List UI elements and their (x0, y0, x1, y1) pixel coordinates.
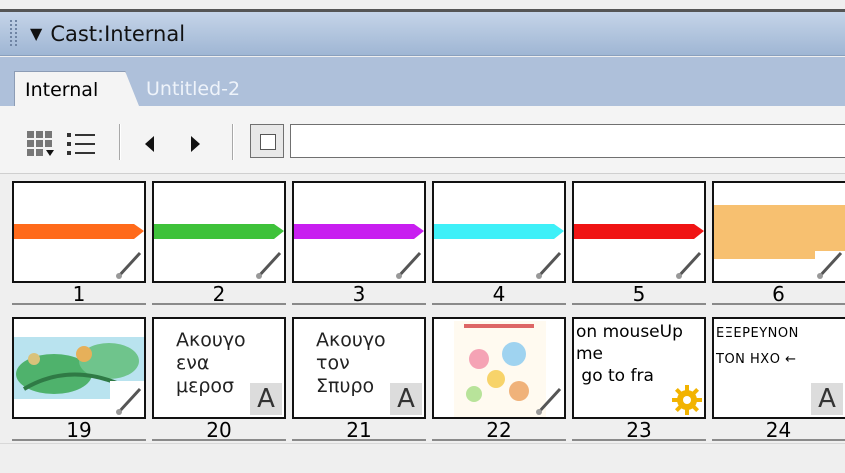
toolbar-separator (119, 124, 121, 160)
cast-number: 6 (712, 283, 845, 305)
orange-stroke (14, 224, 144, 239)
tab-internal[interactable]: Internal (14, 71, 139, 106)
cast-number: 1 (12, 283, 146, 305)
list-view-icon[interactable] (66, 130, 98, 158)
cast-number: 22 (432, 419, 566, 441)
cast-number: 24 (712, 419, 845, 441)
cast-thumbnail[interactable] (572, 181, 706, 283)
paint-brush-icon (116, 387, 142, 415)
cast-member-properties-button[interactable] (250, 124, 284, 158)
arrow-right-icon[interactable] (191, 136, 200, 152)
cast-member-name-field[interactable] (290, 124, 845, 158)
cyan-stroke (434, 224, 564, 239)
cast-grid: 1 2 3 4 5 6 19 Ακουγο ενα μεροσ A 20 Ακο… (0, 175, 845, 443)
text-preview: ΕΞΕΡΕΥΝΟΝ ΤΟΝ ΗΧΟ ← (716, 326, 799, 367)
text-member-icon: A (250, 383, 282, 415)
cast-thumbnail[interactable] (12, 317, 146, 419)
cast-number: 2 (152, 283, 286, 305)
text-preview: Ακουγο ενα μεροσ (176, 329, 246, 397)
drag-grip-icon[interactable] (8, 19, 20, 48)
red-stroke (574, 224, 704, 239)
text-member-icon: A (811, 383, 843, 415)
cast-number: 4 (432, 283, 566, 305)
toolbar-separator (232, 124, 234, 160)
cast-thumbnail[interactable] (432, 181, 566, 283)
green-stroke (154, 224, 284, 239)
paint-brush-icon (536, 387, 562, 415)
cast-number: 21 (292, 419, 426, 441)
collapse-triangle-icon[interactable]: ▼ (30, 24, 42, 43)
cast-thumbnail[interactable]: on mouseUp me go to fra (572, 317, 706, 419)
cast-thumbnail[interactable]: Ακουγο τον Σπυρο A (292, 317, 426, 419)
paint-brush-icon (394, 251, 424, 281)
status-area (0, 443, 845, 473)
tab-bar: Internal Untitled-2 (0, 57, 845, 106)
cast-thumbnail[interactable]: ΕΞΕΡΕΥΝΟΝ ΤΟΝ ΗΧΟ ← A (712, 317, 845, 419)
script-preview: on mouseUp me go to fra (576, 322, 683, 386)
paint-brush-icon (114, 251, 144, 281)
paint-brush-icon (254, 251, 284, 281)
cast-number: 20 (152, 419, 286, 441)
cast-thumbnail[interactable] (432, 317, 566, 419)
panel-titlebar[interactable]: ▼ Cast:Internal (0, 12, 845, 56)
arrow-left-icon[interactable] (145, 136, 154, 152)
cast-thumbnail[interactable] (292, 181, 426, 283)
text-preview: Ακουγο τον Σπυρο (316, 329, 386, 397)
tab-untitled-2[interactable]: Untitled-2 (146, 78, 240, 100)
cast-toolbar (0, 106, 845, 174)
cast-number: 19 (12, 419, 146, 441)
text-member-icon: A (390, 383, 422, 415)
cast-thumbnail[interactable]: Ακουγο ενα μεροσ A (152, 317, 286, 419)
paint-brush-icon (815, 251, 845, 281)
paint-brush-icon (534, 251, 564, 281)
cast-thumbnail[interactable] (12, 181, 146, 283)
cast-number: 3 (292, 283, 426, 305)
thumbnail-grid-icon[interactable] (26, 130, 56, 158)
panel-title: Cast:Internal (50, 21, 186, 46)
behavior-gear-icon (670, 383, 704, 417)
window-top-edge (0, 0, 845, 12)
cast-thumbnail[interactable] (152, 181, 286, 283)
cast-thumbnail[interactable] (712, 181, 845, 283)
paint-brush-icon (674, 251, 704, 281)
cast-number: 5 (572, 283, 706, 305)
cast-number: 23 (572, 419, 706, 441)
purple-stroke (294, 224, 424, 239)
